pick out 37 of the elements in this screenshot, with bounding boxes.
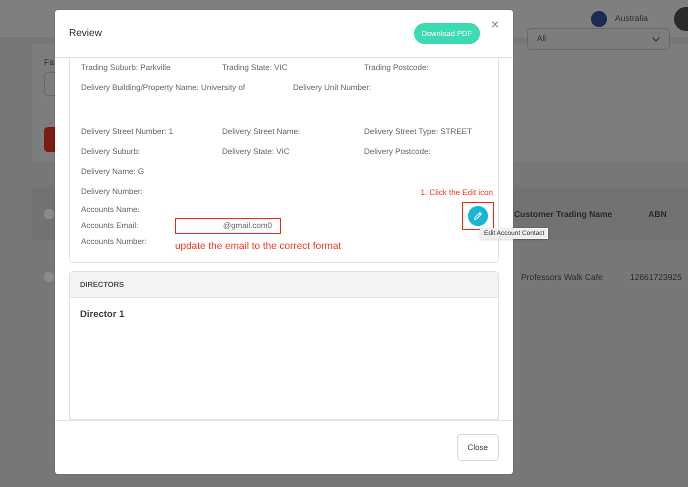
close-button[interactable]: × (490, 17, 499, 31)
dialog-title: Review (69, 27, 102, 41)
email-value: @gmail.com0 (175, 218, 281, 234)
filter-dropdown[interactable]: All (527, 28, 670, 50)
detail-text: Delivery Building/Property Name: University of (81, 82, 246, 94)
pencil-icon (473, 211, 483, 221)
detail-text: Delivery Postcode: (364, 146, 431, 158)
detail-text: Delivery Street Name: (222, 126, 300, 138)
close-button[interactable]: Close (456, 434, 499, 461)
director-heading: Director 1 (80, 308, 124, 322)
detail-text: Delivery Street Type: STREET (364, 126, 472, 138)
filter-label: Fa (44, 56, 54, 69)
annotation-text: update the email to the correct format (175, 240, 342, 254)
column-header: ABN (648, 208, 667, 220)
avatar-icon (674, 6, 688, 30)
detail-text: Accounts Number: (81, 236, 148, 248)
table-cell: Professors Walk Cafe (521, 270, 603, 284)
detail-text: Accounts Name: (81, 204, 141, 216)
detail-text: Trading Suburb: Parkville (81, 62, 171, 74)
country-label: Australia (614, 12, 648, 25)
detail-text: Delivery Suburb: (81, 146, 140, 158)
annotation-text: 1. Click the Edit icon (420, 187, 493, 199)
detail-text: Delivery Name: G (81, 166, 144, 178)
checkbox[interactable] (44, 209, 54, 219)
caret-icon (652, 36, 660, 42)
detail-text: Trading State: VIC (222, 62, 288, 74)
edit-button[interactable] (468, 206, 488, 226)
detail-text: Delivery Number: (81, 186, 143, 198)
detail-text: Delivery State: VIC (222, 146, 290, 158)
detail-text: Delivery Street Number: 1 (81, 126, 174, 138)
table-cell: 12661723925 (630, 270, 682, 284)
checkbox[interactable] (44, 272, 54, 282)
column-header: Customer Trading Name (514, 208, 612, 220)
detail-text: Trading Postcode: (364, 62, 429, 74)
flag-icon (590, 10, 607, 26)
detail-text: Delivery Unit Number: (293, 82, 372, 94)
detail-text: Accounts Email: (81, 220, 140, 232)
